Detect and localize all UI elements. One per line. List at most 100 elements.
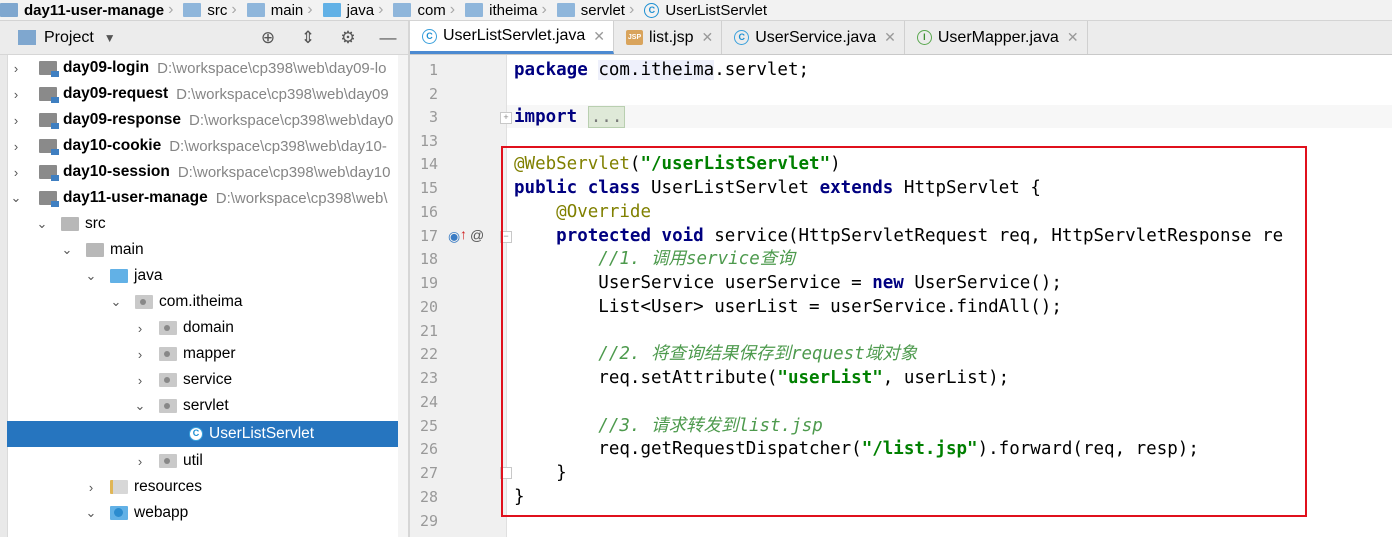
module-icon <box>39 191 59 207</box>
close-icon[interactable]: ✕ <box>884 29 896 46</box>
tab-list-jsp[interactable]: JSP list.jsp ✕ <box>614 21 723 54</box>
tree-item-day09-request[interactable]: › day09-request D:\workspace\cp398\web\da… <box>7 81 408 107</box>
line-number: 24 <box>419 393 438 411</box>
chevron-right-icon[interactable]: › <box>9 87 23 102</box>
line-number: 28 <box>419 488 438 506</box>
chevron-right-icon[interactable]: › <box>9 139 23 154</box>
breadcrumb-item-class[interactable]: C UserListServlet <box>644 0 771 20</box>
line-number: 29 <box>419 512 438 530</box>
chevron-down-icon[interactable]: ⌄ <box>109 294 123 310</box>
breadcrumb: day11-user-manage › src › main › java › com ›… <box>0 0 1392 21</box>
close-icon[interactable]: ✕ <box>593 28 605 45</box>
line-number: 23 <box>419 369 438 387</box>
overrides-arrow-icon[interactable]: ↑ <box>460 226 467 242</box>
breadcrumb-item-itheima[interactable]: itheima › <box>465 0 557 20</box>
fold-expand-icon[interactable]: + <box>500 112 512 124</box>
tree-item-main[interactable]: ⌄ main <box>7 237 408 263</box>
package-icon <box>159 347 177 361</box>
breadcrumb-item-main[interactable]: main › <box>246 0 323 20</box>
tree-item-com-itheima[interactable]: ⌄ com.itheima <box>7 289 408 315</box>
chevron-down-icon[interactable]: ⌄ <box>84 268 98 284</box>
chevron-right-icon: › <box>231 1 237 18</box>
collapse-icon[interactable]: ⇕ <box>288 28 328 48</box>
close-icon[interactable]: ✕ <box>1067 29 1079 46</box>
project-panel-title: Project <box>44 28 94 46</box>
chevron-right-icon[interactable]: › <box>9 165 23 180</box>
chevron-down-icon[interactable]: ⌄ <box>9 190 23 206</box>
code-line-3: import ... <box>514 105 626 129</box>
tree-item-util[interactable]: › util <box>7 448 408 474</box>
line-number: 26 <box>419 440 438 458</box>
chevron-down-icon[interactable]: ⌄ <box>60 242 74 258</box>
crosshair-icon[interactable]: ⊕ <box>248 28 288 48</box>
module-icon <box>39 139 59 155</box>
close-icon[interactable]: ✕ <box>701 29 713 46</box>
class-icon: C <box>422 28 437 44</box>
chevron-down-icon[interactable]: ⌄ <box>35 216 49 232</box>
package-icon <box>135 295 153 309</box>
folder-icon <box>86 243 104 257</box>
line-number: 27 <box>419 464 438 482</box>
annotation-icon[interactable]: @ <box>470 227 484 243</box>
gear-icon[interactable]: ⚙ <box>328 28 368 48</box>
tree-item-java[interactable]: ⌄ java <box>7 263 408 289</box>
class-icon: C <box>189 427 203 441</box>
class-icon: C <box>734 30 750 45</box>
package-icon <box>159 399 177 413</box>
chevron-right-icon[interactable]: › <box>84 480 98 495</box>
chevron-right-icon[interactable]: › <box>9 113 23 128</box>
module-icon <box>39 87 59 103</box>
tree-item-day09-login[interactable]: › day09-login D:\workspace\cp398\web\day0… <box>7 55 408 81</box>
breadcrumb-item-src[interactable]: src › <box>183 0 246 20</box>
chevron-down-icon[interactable]: ⌄ <box>133 398 147 414</box>
tree-item-day10-cookie[interactable]: › day10-cookie D:\workspace\cp398\web\day… <box>7 133 408 159</box>
project-view-selector[interactable]: Project ▼ <box>18 29 116 47</box>
package-icon <box>556 3 575 17</box>
tab-userservice[interactable]: C UserService.java ✕ <box>722 21 905 54</box>
chevron-right-icon[interactable]: › <box>133 373 147 388</box>
folded-imports[interactable]: ... <box>587 106 626 128</box>
tree-item-webapp[interactable]: ⌄ webapp <box>7 500 408 526</box>
minimize-icon[interactable]: — <box>368 28 408 48</box>
line-number: 25 <box>419 417 438 435</box>
chevron-right-icon[interactable]: › <box>133 347 147 362</box>
chevron-right-icon: › <box>449 1 456 18</box>
line-number: 3 <box>428 108 438 126</box>
breadcrumb-item-java[interactable]: java › <box>322 0 394 20</box>
tab-usermapper[interactable]: I UserMapper.java ✕ <box>905 21 1088 54</box>
chevron-down-icon[interactable]: ⌄ <box>84 505 98 521</box>
web-folder-icon <box>110 506 128 520</box>
tree-item-servlet[interactable]: ⌄ servlet <box>7 393 408 419</box>
chevron-right-icon: › <box>307 1 313 18</box>
breadcrumb-item-com[interactable]: com › <box>393 0 465 20</box>
tree-item-day09-response[interactable]: › day09-response D:\workspace\cp398\web\d… <box>7 107 408 133</box>
chevron-right-icon: › <box>168 1 174 18</box>
chevron-right-icon[interactable]: › <box>133 321 147 336</box>
breadcrumb-item-servlet[interactable]: servlet › <box>556 0 645 20</box>
highlight-box <box>501 146 1307 517</box>
tree-item-day11-user-manage[interactable]: ⌄ day11-user-manage D:\workspace\cp398\we… <box>7 185 408 211</box>
breadcrumb-item-module[interactable]: day11-user-manage › <box>0 0 183 20</box>
tree-item-day10-session[interactable]: › day10-session D:\workspace\cp398\web\da… <box>7 159 408 185</box>
chevron-right-icon[interactable]: › <box>133 454 147 469</box>
tree-item-userlistservlet[interactable]: C UserListServlet <box>7 421 408 447</box>
chevron-right-icon[interactable]: › <box>9 61 23 76</box>
editor-tabs: C UserListServlet.java ✕ JSP list.jsp ✕ … <box>410 21 1392 55</box>
chevron-right-icon: › <box>541 1 547 18</box>
tree-item-mapper[interactable]: › mapper <box>7 341 408 367</box>
folder-icon <box>183 3 202 17</box>
tab-userlistservlet[interactable]: C UserListServlet.java ✕ <box>410 21 615 54</box>
tree-item-resources[interactable]: › resources <box>7 474 408 500</box>
implementing-method-icon[interactable]: ◉ <box>448 228 460 245</box>
package-icon <box>159 454 177 468</box>
package-icon <box>159 321 177 335</box>
tree-item-domain[interactable]: › domain <box>7 315 408 341</box>
jsp-file-icon: JSP <box>626 30 644 45</box>
package-icon <box>465 3 484 17</box>
tree-item-src[interactable]: ⌄ src <box>7 211 408 237</box>
package-icon <box>393 3 412 17</box>
tree-item-service[interactable]: › service <box>7 367 408 393</box>
line-number: 16 <box>419 203 438 221</box>
tree-scrollbar[interactable] <box>398 55 408 537</box>
line-number: 17 <box>419 227 438 245</box>
